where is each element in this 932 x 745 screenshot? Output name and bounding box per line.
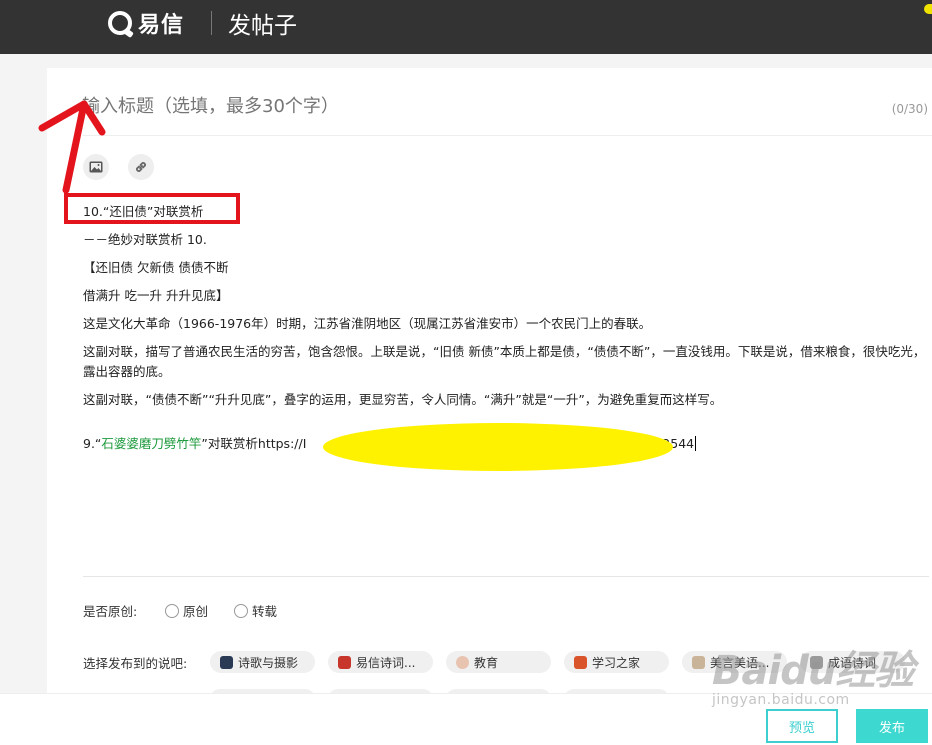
link-prefix: 9.“ [83,436,102,451]
paragraph-1: 这是文化大革命（1966-1976年）时期，江苏省淮阴地区（现属江苏省淮安市）一… [83,316,652,331]
baidu-jingyan-watermark: Baidu经验 jingyan.baidu.com [712,638,914,708]
bar-chip-study-home[interactable]: 学习之家 [564,651,669,673]
yixin-logo[interactable]: 易信 [108,7,212,39]
options-divider [83,576,929,577]
url-start: I [302,436,307,451]
yixin-logo-icon [108,11,132,35]
bar-avatar-icon [220,655,233,669]
watermark-main: Baidu经验 [712,648,914,694]
radio-repost[interactable]: 转载 [234,601,277,620]
paragraph-2: 这副对联，描写了普通农民生活的穷苦，饱含怨恨。上联是说，“旧债 新债”本质上都是… [83,344,926,379]
bar-chip-yixin-poetry[interactable]: 易信诗词... [328,651,433,673]
red-arrow-annotation [38,100,106,194]
bar-avatar-icon [456,655,469,669]
bar-chip-label: 诗歌与摄影 [238,655,299,670]
radio-original-circle[interactable] [165,603,179,618]
link-suffix: ”对联赏析https:// [201,436,303,451]
radio-original[interactable]: 原创 [165,601,208,620]
radio-repost-circle[interactable] [234,603,248,618]
text-cursor [695,436,697,451]
header-divider [211,11,212,35]
original-label: 是否原创: [83,604,138,619]
bar-chip-label: 学习之家 [592,655,641,670]
bar-select-label: 选择发布到的说吧: [83,656,188,671]
couplet-line-1: 【还旧债 欠新债 债债不断 [83,260,229,275]
radio-original-label: 原创 [183,604,209,619]
couplet-line-2: 借满升 吃一升 升升见底】 [83,288,229,303]
title-char-count: (0/30) [891,102,928,116]
bar-chip-poetry-photo[interactable]: 诗歌与摄影 [210,651,315,673]
title-divider [82,135,932,136]
related-article-link[interactable]: 石婆婆磨刀劈竹竿 [101,436,201,451]
top-header: 易信 发帖子 [0,0,932,54]
link-icon [136,162,146,172]
paragraph-3: 这副对联，“债债不断”“升升见底”，叠字的运用，更显穷苦，令人同情。“满升”就是… [83,392,723,407]
post-title-input[interactable] [82,96,862,117]
preview-button[interactable]: 预览 [766,709,838,743]
bar-chip-education[interactable]: 教育 [446,651,551,673]
brand-name: 易信 [138,13,185,38]
radio-repost-label: 转载 [252,604,278,619]
bar-avatar-icon [338,655,351,669]
notification-dot [924,4,932,14]
redaction-oval [323,423,673,471]
content-subtitle: －－绝妙对联赏析 10. [83,232,207,247]
publish-button[interactable]: 发布 [856,709,928,743]
bar-chip-label: 易信诗词... [356,655,416,670]
bar-avatar-icon [574,655,587,669]
page-title: 发帖子 [228,13,297,39]
bar-chip-label: 教育 [474,655,499,670]
bar-avatar-icon [692,655,705,669]
insert-link-button[interactable] [128,154,154,180]
